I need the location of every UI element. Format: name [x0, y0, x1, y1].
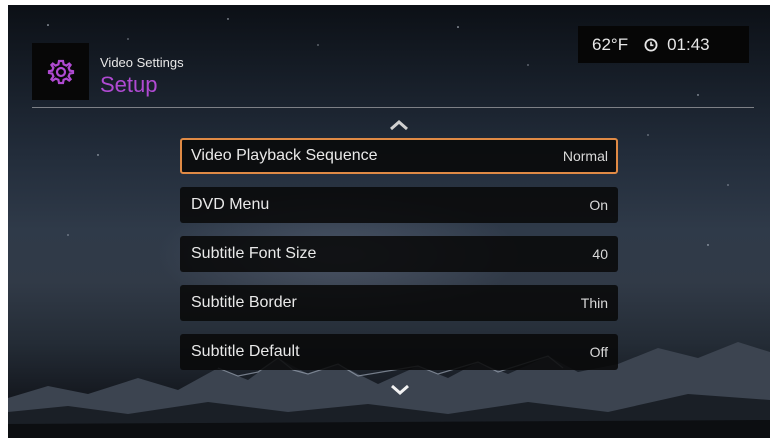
- settings-menu: Video Playback Sequence Normal DVD Menu …: [180, 138, 618, 383]
- menu-item-label: Subtitle Default: [191, 343, 300, 360]
- menu-item-subtitle-default[interactable]: Subtitle Default Off: [180, 334, 618, 370]
- setup-icon-box: [32, 43, 89, 100]
- temperature-display: 62°F: [592, 34, 629, 54]
- tv-screen: 62°F 01:43 Video Settings Setup Video Pl…: [8, 5, 770, 438]
- menu-item-value: 40: [592, 246, 608, 262]
- status-bar: 62°F 01:43: [578, 26, 749, 63]
- menu-item-value: Normal: [562, 148, 608, 164]
- menu-item-subtitle-font-size[interactable]: Subtitle Font Size 40: [180, 236, 618, 272]
- header-divider: [32, 107, 754, 108]
- menu-item-value: On: [589, 197, 608, 213]
- menu-item-label: DVD Menu: [191, 196, 270, 213]
- menu-item-value: Thin: [580, 295, 608, 311]
- menu-item-value: Off: [589, 344, 608, 360]
- breadcrumb-subtitle: Video Settings: [100, 55, 184, 70]
- clock-icon: [644, 38, 658, 51]
- gear-icon: [47, 59, 74, 84]
- menu-item-video-playback-sequence[interactable]: Video Playback Sequence Normal: [180, 138, 618, 174]
- time-display: 01:43: [667, 34, 710, 54]
- chevron-down-icon[interactable]: [389, 383, 411, 397]
- menu-item-dvd-menu[interactable]: DVD Menu On: [180, 187, 618, 223]
- page-title: Setup: [100, 72, 158, 97]
- menu-item-label: Video Playback Sequence: [191, 147, 378, 164]
- chevron-up-icon[interactable]: [388, 118, 410, 132]
- menu-item-subtitle-border[interactable]: Subtitle Border Thin: [180, 285, 618, 321]
- menu-item-label: Subtitle Border: [191, 294, 297, 311]
- menu-item-label: Subtitle Font Size: [191, 245, 317, 262]
